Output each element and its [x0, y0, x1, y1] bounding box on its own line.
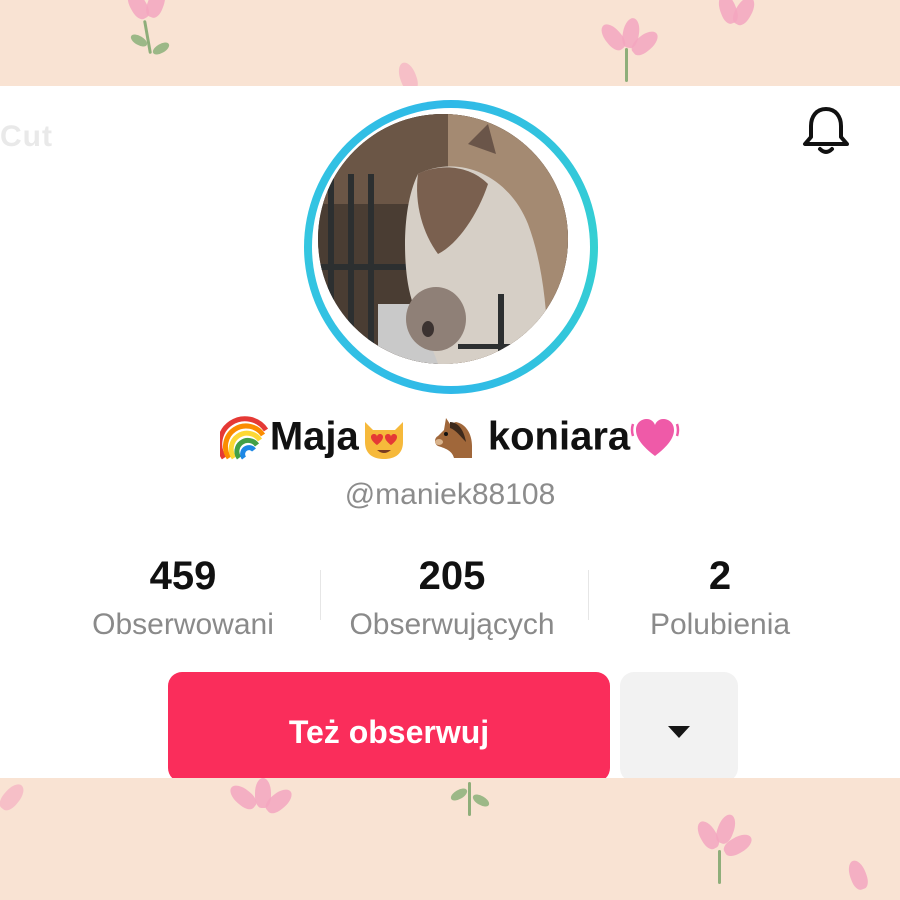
suggestions-dropdown-button[interactable] [620, 672, 738, 782]
horse-photo [318, 114, 568, 364]
likes-count: 2 [708, 554, 732, 598]
display-name-part2: koniara [487, 414, 631, 459]
following-label: Obserwowani [92, 608, 274, 641]
followers-label: Obserwujących [349, 608, 555, 641]
heart-eyes-cat-icon [364, 422, 403, 459]
stat-divider [320, 570, 321, 620]
caret-down-icon [668, 726, 690, 738]
followers-count: 205 [418, 554, 486, 598]
watermark: Cut [0, 120, 53, 153]
likes-label: Polubienia [649, 608, 791, 641]
display-name: Maja koniara [0, 412, 900, 462]
horse-icon [434, 418, 472, 458]
display-name-part1: Maja [269, 414, 359, 459]
following-stat[interactable]: 459 Obserwowani [53, 554, 313, 642]
followers-stat[interactable]: 205 Obserwujących [322, 554, 582, 642]
username: @maniek88108 [344, 478, 556, 511]
avatar-story-ring[interactable] [304, 100, 598, 394]
rainbow-icon [219, 416, 268, 460]
stat-divider [588, 570, 589, 620]
pink-vibrating-heart-icon [630, 419, 680, 456]
follow-back-button[interactable]: Też obserwuj [168, 672, 610, 782]
avatar[interactable] [318, 114, 568, 364]
likes-stat[interactable]: 2 Polubienia [590, 554, 850, 642]
following-count: 459 [149, 554, 217, 598]
notification-bell-icon[interactable] [796, 100, 856, 160]
